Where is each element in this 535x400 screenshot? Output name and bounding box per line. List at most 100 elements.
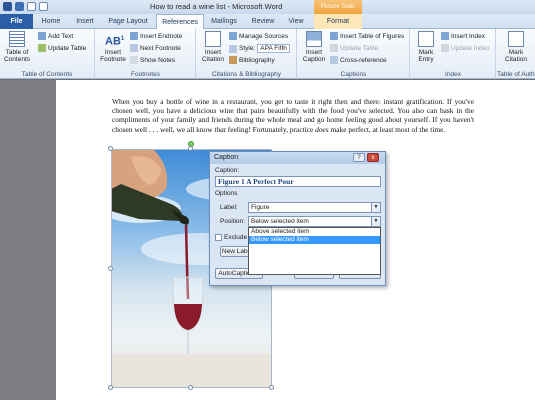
group-index: Mark Entry Insert Index Update Index Ind…: [411, 29, 496, 79]
citation-icon: [205, 31, 221, 47]
word-icon[interactable]: [3, 2, 12, 11]
redo-icon[interactable]: [39, 2, 48, 11]
tab-mailings[interactable]: Mailings: [207, 14, 241, 29]
tab-insert[interactable]: Insert: [70, 14, 100, 29]
update-table-figures-icon: [330, 44, 338, 52]
style-icon: [229, 44, 237, 53]
group-label-captions: Captions: [340, 71, 367, 78]
table-of-contents-label: Table of Contents: [3, 49, 31, 63]
resize-handle-bottom[interactable]: [188, 385, 193, 390]
manage-sources-icon: [229, 32, 237, 40]
show-notes-label: Show Notes: [140, 56, 176, 64]
insert-index-button[interactable]: Insert Index: [441, 32, 485, 40]
style-label: Style:: [239, 45, 256, 52]
label-select-value: Figure: [251, 204, 270, 211]
mark-entry-label: Mark Entry: [418, 49, 434, 63]
tab-view[interactable]: View: [283, 14, 309, 29]
group-label-footnotes: Footnotes: [131, 71, 160, 78]
show-notes-icon: [130, 56, 138, 64]
bibliography-label: Bibliography: [239, 56, 275, 64]
tab-page-layout[interactable]: Page Layout: [103, 14, 153, 29]
position-dropdown-list: Above selected item Below selected item: [248, 227, 381, 275]
resize-handle-bottom-right[interactable]: [269, 385, 274, 390]
label-select[interactable]: Figure ▼: [248, 202, 381, 213]
resize-handle-bottom-left[interactable]: [108, 385, 113, 390]
quick-access-toolbar: [3, 2, 48, 11]
chevron-down-icon[interactable]: ▼: [371, 203, 380, 212]
paragraph-emphasis-2: does: [315, 124, 329, 134]
add-text-button[interactable]: Add Text: [38, 32, 73, 40]
table-of-contents-icon: [9, 31, 25, 47]
caption-input[interactable]: Figure 1 A Perfect Pour: [215, 176, 381, 187]
next-footnote-button[interactable]: Next Footnote: [130, 44, 181, 52]
table-of-figures-icon: [330, 32, 338, 40]
group-label-citations: Citations & Bibliography: [211, 71, 281, 78]
group-table-of-contents: Table of Contents Add Text Update Table …: [0, 29, 95, 79]
caption-dialog: Caption ? x Caption: Figure 1 A Perfect …: [209, 151, 386, 286]
footnote-icon: AB1: [105, 35, 125, 48]
manage-sources-button[interactable]: Manage Sources: [229, 32, 288, 40]
insert-table-of-figures-label: Insert Table of Figures: [340, 32, 405, 40]
group-label-toa: Table of Autho: [497, 71, 535, 78]
update-index-button[interactable]: Update Index: [441, 44, 490, 52]
tab-review[interactable]: Review: [248, 14, 278, 29]
paragraph-text-2: feeling! Fortunately, practice: [225, 124, 316, 134]
resize-handle-top-left[interactable]: [108, 146, 113, 151]
mark-citation-button[interactable]: Mark Citation: [501, 31, 531, 63]
insert-footnote-button[interactable]: AB1 Insert Footnote: [99, 31, 127, 63]
show-notes-button[interactable]: Show Notes: [130, 56, 175, 64]
exclude-label-checkbox[interactable]: [215, 234, 222, 241]
update-table-label: Update Table: [48, 44, 87, 52]
options-label: Options: [215, 190, 238, 197]
insert-table-of-figures-button[interactable]: Insert Table of Figures: [330, 32, 404, 40]
resize-handle-top[interactable]: [188, 146, 193, 151]
tab-home[interactable]: Home: [36, 14, 66, 29]
references-ribbon: Table of Contents Add Text Update Table …: [0, 29, 535, 79]
position-select[interactable]: Below selected item ▼: [248, 216, 381, 227]
title-bar: How to read a wine list - Microsoft Word…: [0, 0, 535, 14]
exclude-label-text: Exclude: [224, 234, 248, 241]
add-text-icon: [38, 32, 46, 40]
insert-endnote-button[interactable]: Insert Endnote: [130, 32, 182, 40]
cross-reference-button[interactable]: Cross-reference: [330, 56, 387, 64]
insert-index-icon: [441, 32, 449, 40]
tab-file[interactable]: File: [0, 14, 33, 29]
save-icon[interactable]: [15, 2, 24, 11]
position-option-below[interactable]: Below selected item: [249, 236, 380, 244]
next-footnote-icon: [130, 44, 138, 52]
insert-caption-button[interactable]: Insert Caption: [300, 31, 328, 63]
insert-citation-button[interactable]: Insert Citation: [199, 31, 227, 63]
group-table-of-authorities: Mark Citation Table of Autho: [497, 29, 535, 79]
label-field-label: Label:: [220, 204, 238, 211]
document-paragraph[interactable]: When you buy a bottle of wine in a resta…: [112, 97, 474, 134]
position-option-above[interactable]: Above selected item: [249, 228, 380, 236]
table-of-contents-button[interactable]: Table of Contents: [2, 31, 32, 63]
caption-icon: [306, 31, 322, 47]
mark-entry-button[interactable]: Mark Entry: [413, 31, 439, 63]
cross-reference-label: Cross-reference: [340, 56, 387, 64]
position-field-label: Position:: [220, 218, 245, 225]
insert-footnote-label: Insert Footnote: [100, 49, 126, 63]
group-label-toc: Table of Contents: [21, 71, 73, 78]
update-table-icon: [38, 44, 46, 52]
chevron-down-icon[interactable]: ▼: [371, 217, 380, 226]
help-button[interactable]: ?: [353, 153, 365, 162]
picture-tools-context-label: Picture Tools: [314, 0, 362, 14]
insert-endnote-label: Insert Endnote: [140, 32, 183, 40]
paragraph-emphasis-1: that: [214, 124, 226, 134]
update-index-label: Update Index: [451, 44, 490, 52]
tab-format[interactable]: Format: [314, 14, 362, 29]
position-select-value: Below selected item: [251, 218, 309, 225]
manage-sources-label: Manage Sources: [239, 32, 289, 40]
bibliography-icon: [229, 56, 237, 64]
undo-icon[interactable]: [27, 2, 36, 11]
style-dropdown[interactable]: Style: APA Fifth: [229, 44, 290, 53]
resize-handle-left[interactable]: [108, 266, 113, 271]
bibliography-button[interactable]: Bibliography: [229, 56, 275, 64]
update-table-figures-button[interactable]: Update Table: [330, 44, 378, 52]
group-footnotes: AB1 Insert Footnote Insert Endnote Next …: [96, 29, 196, 79]
next-footnote-label: Next Footnote: [140, 44, 181, 52]
close-button[interactable]: x: [367, 153, 379, 162]
tab-references[interactable]: References: [156, 14, 204, 30]
update-table-toc-button[interactable]: Update Table: [38, 44, 86, 52]
